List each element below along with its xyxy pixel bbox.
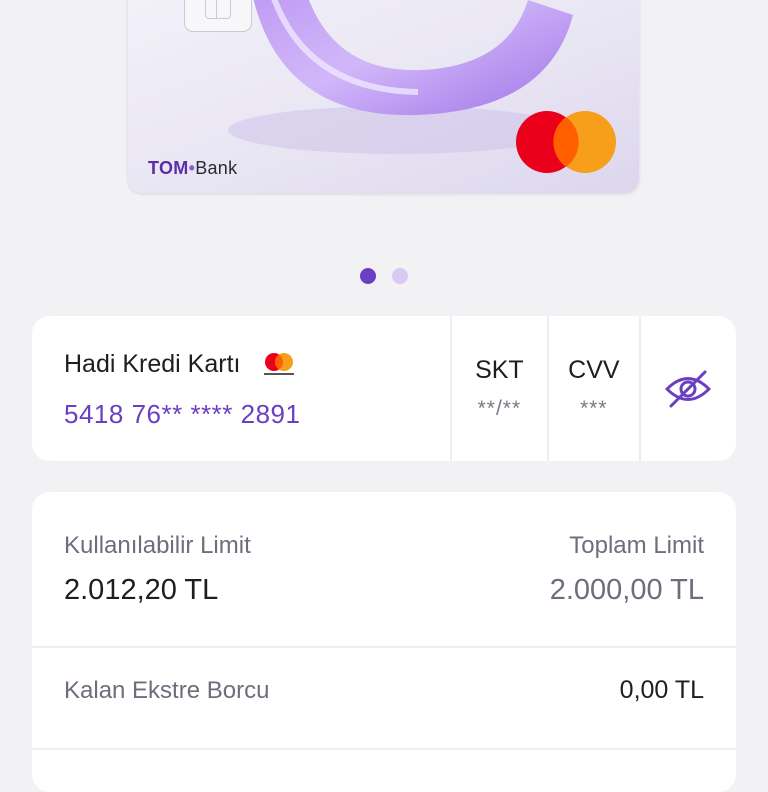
cvv-value: ***	[580, 397, 608, 420]
mastercard-logo-icon	[516, 111, 616, 173]
card-number: 5418 76** **** 2891	[64, 399, 301, 429]
statement-debt-label: Kalan Ekstre Borcu	[64, 676, 270, 704]
statement-debt-value: 0,00 TL	[619, 676, 704, 704]
card-pager	[0, 268, 768, 284]
total-limit-label: Toplam Limit	[569, 532, 704, 559]
expiry-value: **/**	[477, 397, 522, 420]
card-name: Hadi Kredi Kartı	[64, 350, 241, 378]
total-limit: Toplam Limit 2.000,00 TL	[550, 532, 704, 607]
available-limit-label: Kullanılabilir Limit	[64, 532, 251, 559]
card-info-panel: Hadi Kredi Kartı 5418 76** **** 2891 SKT…	[32, 316, 736, 461]
divider	[32, 748, 736, 750]
statement-debt-row[interactable]: Kalan Ekstre Borcu 0,00 TL	[64, 676, 704, 705]
pager-dot[interactable]	[392, 268, 408, 284]
eye-off-icon	[665, 370, 712, 407]
cvv-label: CVV	[568, 356, 620, 384]
expiry-label: SKT	[475, 356, 524, 384]
available-limit: Kullanılabilir Limit 2.012,20 TL	[64, 532, 251, 607]
mastercard-small-icon	[264, 352, 295, 375]
divider	[32, 646, 736, 648]
total-limit-value: 2.000,00 TL	[549, 574, 704, 606]
pager-dot-active[interactable]	[360, 268, 376, 284]
expiry-cell: SKT **/**	[449, 316, 547, 461]
card-name-row: Hadi Kredi Kartı	[64, 350, 450, 379]
credit-card-image[interactable]: TOM•Bank	[128, 0, 639, 193]
show-details-button[interactable]	[638, 316, 736, 461]
cvv-cell: CVV ***	[547, 316, 638, 461]
available-limit-value: 2.012,20 TL	[64, 574, 219, 606]
bank-logo: TOM•Bank	[148, 158, 238, 178]
limits-row: Kullanılabilir Limit 2.012,20 TL Toplam …	[64, 532, 704, 607]
card-identity: Hadi Kredi Kartı 5418 76** **** 2891	[32, 316, 450, 461]
limits-panel: Kullanılabilir Limit 2.012,20 TL Toplam …	[32, 492, 736, 792]
